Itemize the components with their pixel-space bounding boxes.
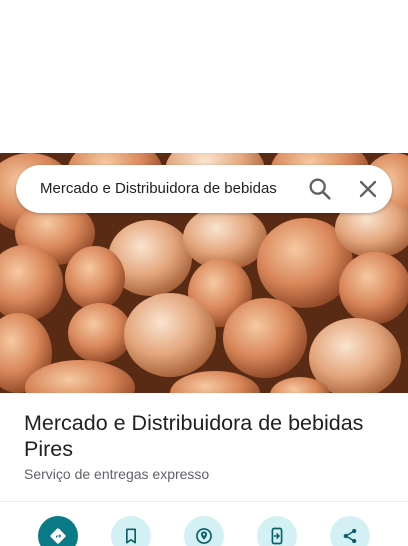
- send-to-phone-button[interactable]: [257, 516, 297, 546]
- share-button[interactable]: [330, 516, 370, 546]
- send-to-phone-icon: [271, 527, 283, 545]
- nearby-button[interactable]: [184, 516, 224, 546]
- share-icon: [343, 528, 357, 544]
- save-button[interactable]: [111, 516, 151, 546]
- nearby-icon: [196, 528, 212, 544]
- directions-button[interactable]: [38, 516, 78, 546]
- bookmark-icon: [126, 528, 136, 544]
- search-bar[interactable]: Mercado e Distribuidora de bebidas: [16, 165, 392, 213]
- close-icon[interactable]: [354, 175, 382, 203]
- map-area-blank: [0, 0, 408, 153]
- directions-icon: [50, 528, 66, 544]
- place-title: Mercado e Distribuidora de bebidas Pires: [24, 411, 364, 461]
- search-icon[interactable]: [306, 175, 334, 203]
- place-category: Serviço de entregas expresso: [24, 466, 210, 482]
- divider: [0, 501, 408, 502]
- search-input[interactable]: Mercado e Distribuidora de bebidas: [40, 180, 300, 197]
